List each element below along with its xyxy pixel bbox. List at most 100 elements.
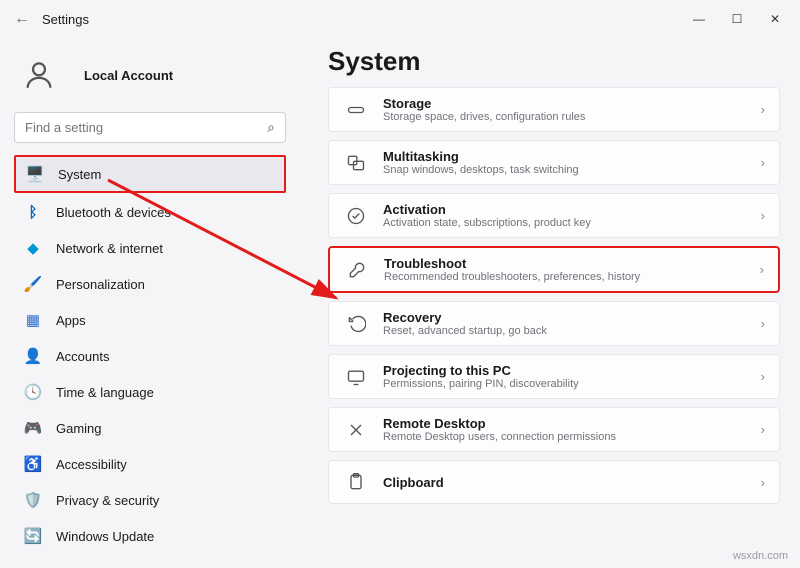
search-input[interactable]	[25, 120, 267, 135]
display-icon: 🖥️	[26, 165, 44, 183]
update-icon: 🔄	[24, 527, 42, 545]
card-multitasking[interactable]: Multitasking Snap windows, desktops, tas…	[328, 140, 780, 185]
card-troubleshoot[interactable]: Troubleshoot Recommended troubleshooters…	[328, 246, 780, 293]
sidebar-item-windows-update[interactable]: 🔄 Windows Update	[14, 519, 286, 553]
card-text: Clipboard	[383, 475, 761, 490]
card-projecting[interactable]: Projecting to this PC Permissions, pairi…	[328, 354, 780, 399]
sidebar-item-label: Windows Update	[56, 529, 154, 544]
card-title: Multitasking	[383, 149, 761, 164]
card-title: Activation	[383, 202, 761, 217]
card-title: Troubleshoot	[384, 256, 760, 271]
card-text: Troubleshoot Recommended troubleshooters…	[384, 256, 760, 283]
projecting-icon	[343, 364, 369, 390]
minimize-button[interactable]: —	[680, 3, 718, 35]
clipboard-icon	[343, 469, 369, 495]
person-icon: 👤	[24, 347, 42, 365]
card-title: Clipboard	[383, 475, 761, 490]
chevron-right-icon: ›	[761, 316, 765, 331]
back-icon[interactable]: ←	[14, 10, 30, 28]
activation-icon	[343, 203, 369, 229]
chevron-right-icon: ›	[761, 475, 765, 490]
window-title: Settings	[42, 12, 89, 27]
window-controls: — ☐ ✕	[680, 3, 794, 35]
sidebar: Local Account ⌕ 🖥️ System ᛒ Bluetooth & …	[0, 38, 300, 568]
chevron-right-icon: ›	[761, 155, 765, 170]
recovery-icon	[343, 311, 369, 337]
card-title: Projecting to this PC	[383, 363, 761, 378]
shield-icon: 🛡️	[24, 491, 42, 509]
sidebar-item-label: Privacy & security	[56, 493, 159, 508]
main-panel: System Storage Storage space, drives, co…	[300, 38, 800, 568]
card-desc: Remote Desktop users, connection permiss…	[383, 431, 761, 443]
sidebar-item-time-language[interactable]: 🕓 Time & language	[14, 375, 286, 409]
sidebar-item-label: System	[58, 167, 101, 182]
content-area: Local Account ⌕ 🖥️ System ᛒ Bluetooth & …	[0, 38, 800, 568]
apps-icon: ▦	[24, 311, 42, 329]
sidebar-item-label: Bluetooth & devices	[56, 205, 171, 220]
storage-icon	[343, 97, 369, 123]
bluetooth-icon: ᛒ	[24, 203, 42, 221]
gaming-icon: 🎮	[24, 419, 42, 437]
card-desc: Recommended troubleshooters, preferences…	[384, 271, 760, 283]
sidebar-item-personalization[interactable]: 🖌️ Personalization	[14, 267, 286, 301]
card-storage[interactable]: Storage Storage space, drives, configura…	[328, 87, 780, 132]
card-text: Activation Activation state, subscriptio…	[383, 202, 761, 229]
account-block[interactable]: Local Account	[14, 46, 286, 112]
sidebar-item-privacy[interactable]: 🛡️ Privacy & security	[14, 483, 286, 517]
card-remote-desktop[interactable]: Remote Desktop Remote Desktop users, con…	[328, 407, 780, 452]
sidebar-item-label: Accounts	[56, 349, 109, 364]
chevron-right-icon: ›	[760, 262, 764, 277]
search-box[interactable]: ⌕	[14, 112, 286, 143]
search-icon: ⌕	[267, 119, 275, 136]
close-button[interactable]: ✕	[756, 3, 794, 35]
page-title: System	[328, 46, 780, 77]
card-clipboard[interactable]: Clipboard ›	[328, 460, 780, 504]
sidebar-item-apps[interactable]: ▦ Apps	[14, 303, 286, 337]
clock-icon: 🕓	[24, 383, 42, 401]
account-name: Local Account	[76, 68, 173, 83]
brush-icon: 🖌️	[24, 275, 42, 293]
sidebar-item-gaming[interactable]: 🎮 Gaming	[14, 411, 286, 445]
card-text: Storage Storage space, drives, configura…	[383, 96, 761, 123]
card-activation[interactable]: Activation Activation state, subscriptio…	[328, 193, 780, 238]
avatar-icon	[18, 54, 60, 96]
titlebar-left: ← Settings	[14, 10, 89, 28]
titlebar: ← Settings — ☐ ✕	[0, 0, 800, 38]
multitasking-icon	[343, 150, 369, 176]
card-desc: Activation state, subscriptions, product…	[383, 217, 761, 229]
card-recovery[interactable]: Recovery Reset, advanced startup, go bac…	[328, 301, 780, 346]
sidebar-item-label: Accessibility	[56, 457, 127, 472]
sidebar-item-label: Time & language	[56, 385, 154, 400]
card-title: Recovery	[383, 310, 761, 325]
sidebar-item-network[interactable]: ◆ Network & internet	[14, 231, 286, 265]
watermark: wsxdn.com	[733, 550, 788, 562]
sidebar-item-label: Network & internet	[56, 241, 163, 256]
sidebar-item-system[interactable]: 🖥️ System	[14, 155, 286, 193]
settings-list: Storage Storage space, drives, configura…	[328, 87, 780, 504]
accessibility-icon: ♿	[24, 455, 42, 473]
card-desc: Snap windows, desktops, task switching	[383, 164, 761, 176]
chevron-right-icon: ›	[761, 102, 765, 117]
sidebar-item-label: Personalization	[56, 277, 145, 292]
chevron-right-icon: ›	[761, 369, 765, 384]
card-desc: Permissions, pairing PIN, discoverabilit…	[383, 378, 761, 390]
sidebar-item-accounts[interactable]: 👤 Accounts	[14, 339, 286, 373]
sidebar-item-label: Gaming	[56, 421, 102, 436]
troubleshoot-icon	[344, 257, 370, 283]
maximize-button[interactable]: ☐	[718, 3, 756, 35]
sidebar-item-accessibility[interactable]: ♿ Accessibility	[14, 447, 286, 481]
card-desc: Reset, advanced startup, go back	[383, 325, 761, 337]
card-title: Storage	[383, 96, 761, 111]
card-text: Multitasking Snap windows, desktops, tas…	[383, 149, 761, 176]
settings-window: ← Settings — ☐ ✕ Local Account ⌕ 🖥️	[0, 0, 800, 568]
chevron-right-icon: ›	[761, 422, 765, 437]
card-title: Remote Desktop	[383, 416, 761, 431]
remote-desktop-icon	[343, 417, 369, 443]
sidebar-item-bluetooth[interactable]: ᛒ Bluetooth & devices	[14, 195, 286, 229]
card-text: Recovery Reset, advanced startup, go bac…	[383, 310, 761, 337]
card-desc: Storage space, drives, configuration rul…	[383, 111, 761, 123]
nav-list: 🖥️ System ᛒ Bluetooth & devices ◆ Networ…	[14, 155, 286, 553]
card-text: Remote Desktop Remote Desktop users, con…	[383, 416, 761, 443]
sidebar-item-label: Apps	[56, 313, 86, 328]
card-text: Projecting to this PC Permissions, pairi…	[383, 363, 761, 390]
